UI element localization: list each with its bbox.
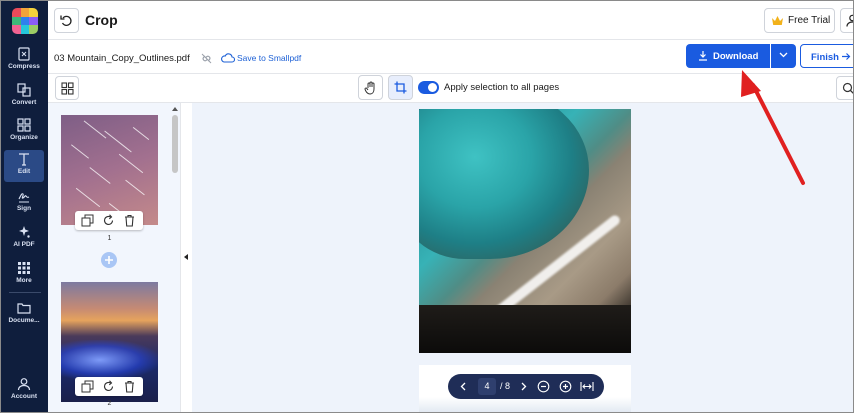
search-button[interactable]	[836, 76, 853, 100]
unlink-icon[interactable]	[200, 53, 213, 64]
scroll-up-arrow-icon[interactable]	[172, 107, 178, 111]
smallpdf-logo[interactable]	[12, 8, 38, 34]
collapse-panel-icon[interactable]	[184, 254, 188, 260]
nav-item-account[interactable]: Account	[4, 375, 44, 407]
page-thumbnail-2[interactable]: 2	[61, 282, 158, 407]
rotate-page-icon[interactable]	[102, 214, 115, 227]
plus-icon	[105, 256, 113, 264]
file-name[interactable]: 03 Mountain_Copy_Outlines.pdf	[54, 53, 190, 64]
page-thumbnail-1[interactable]: 1	[61, 115, 158, 242]
delete-page-icon[interactable]	[123, 380, 136, 393]
nav-item-compress[interactable]: Compress	[4, 45, 44, 77]
user-menu-button[interactable]	[840, 8, 853, 33]
zoom-out-icon[interactable]	[537, 380, 550, 393]
nav-item-label: Account	[11, 393, 37, 400]
chevron-right-icon[interactable]	[521, 382, 527, 391]
undo-arrow-icon	[60, 15, 72, 26]
account-icon	[17, 378, 31, 391]
download-label: Download	[713, 51, 759, 62]
file-bar: 03 Mountain_Copy_Outlines.pdf Save to Sm…	[48, 40, 853, 73]
crown-icon	[772, 16, 783, 25]
current-page-input[interactable]: 4	[478, 378, 496, 395]
sign-icon	[18, 193, 30, 203]
page-thumbnail-panel: 1 2	[48, 103, 180, 412]
cloud-icon	[221, 53, 235, 63]
chevron-left-icon[interactable]	[460, 382, 466, 391]
left-nav: Compress Convert Organize Edit Sign AI P…	[1, 1, 48, 412]
duplicate-page-icon[interactable]	[81, 214, 94, 227]
total-pages: / 8	[500, 381, 511, 391]
compress-icon	[18, 47, 30, 61]
download-icon	[699, 51, 707, 61]
thumbnail-page-number: 2	[107, 400, 112, 407]
apply-all-pages-label: Apply selection to all pages	[444, 82, 560, 93]
toggle-knob	[428, 83, 437, 92]
edit-icon	[19, 153, 29, 166]
nav-item-label: Docume...	[8, 317, 40, 324]
free-trial-label: Free Trial	[788, 15, 831, 26]
fit-width-icon[interactable]	[580, 381, 594, 392]
nav-item-label: AI PDF	[13, 241, 35, 248]
delete-page-icon[interactable]	[123, 214, 136, 227]
app-window: Compress Convert Organize Edit Sign AI P…	[0, 0, 854, 413]
apply-all-pages-toggle[interactable]	[418, 81, 439, 94]
nav-item-edit[interactable]: Edit	[4, 150, 44, 182]
nav-item-ai-pdf[interactable]: AI PDF	[4, 223, 44, 255]
nav-item-label: Convert	[11, 99, 37, 106]
thumbnail-actions	[75, 377, 143, 396]
zoom-in-icon[interactable]	[559, 380, 572, 393]
nav-item-label: Edit	[17, 168, 31, 175]
pan-tool-button[interactable]	[358, 75, 383, 100]
pdf-page[interactable]	[419, 109, 631, 353]
crop-tool-button[interactable]	[388, 75, 413, 100]
nav-item-convert[interactable]: Convert	[4, 81, 44, 113]
nav-item-organize[interactable]: Organize	[4, 116, 44, 148]
duplicate-page-icon[interactable]	[81, 380, 94, 393]
grid-icon	[60, 82, 74, 95]
page-navigation-bar: 4 / 8	[448, 374, 604, 399]
nav-item-sign[interactable]: Sign	[4, 187, 44, 219]
ai-sparkle-icon	[19, 226, 30, 238]
finish-label: Finish	[811, 52, 839, 63]
top-bar: Crop Free Trial	[48, 1, 853, 40]
download-button[interactable]: Download	[686, 44, 770, 68]
user-icon	[846, 14, 853, 27]
crop-icon	[394, 81, 407, 94]
nav-item-label: Organize	[10, 134, 38, 141]
page-title: Crop	[85, 12, 118, 28]
arrow-right-icon	[842, 53, 851, 60]
page-image	[419, 109, 631, 353]
download-options-button[interactable]	[771, 44, 796, 68]
thumbnail-image	[61, 115, 158, 225]
thumbnail-page-number: 1	[107, 235, 112, 242]
tool-bar: Apply selection to all pages	[48, 73, 853, 103]
rotate-page-icon[interactable]	[102, 380, 115, 393]
scrollbar-thumb[interactable]	[172, 115, 178, 173]
nav-item-documents[interactable]: Docume...	[4, 299, 44, 331]
nav-item-label: More	[16, 277, 32, 284]
hand-icon	[364, 81, 375, 95]
document-canvas[interactable]: 4 / 8	[192, 103, 853, 412]
convert-icon	[17, 83, 31, 97]
free-trial-button[interactable]: Free Trial	[764, 8, 835, 33]
folder-icon	[17, 303, 31, 314]
thumbnail-actions	[75, 211, 143, 230]
chevron-down-icon	[779, 52, 788, 58]
panel-divider	[180, 103, 192, 412]
thumbnail-view-button[interactable]	[55, 76, 79, 100]
back-button[interactable]	[54, 8, 79, 33]
more-grid-icon	[18, 262, 30, 274]
add-page-button[interactable]	[101, 252, 117, 268]
nav-item-label: Sign	[16, 205, 32, 212]
nav-divider	[9, 292, 41, 293]
nav-item-more[interactable]: More	[4, 259, 44, 291]
organize-icon	[17, 118, 31, 132]
search-icon	[842, 82, 853, 95]
save-to-smallpdf-link[interactable]: Save to Smallpdf	[237, 53, 301, 63]
finish-button[interactable]: Finish	[800, 44, 853, 68]
nav-item-label: Compress	[8, 63, 40, 70]
